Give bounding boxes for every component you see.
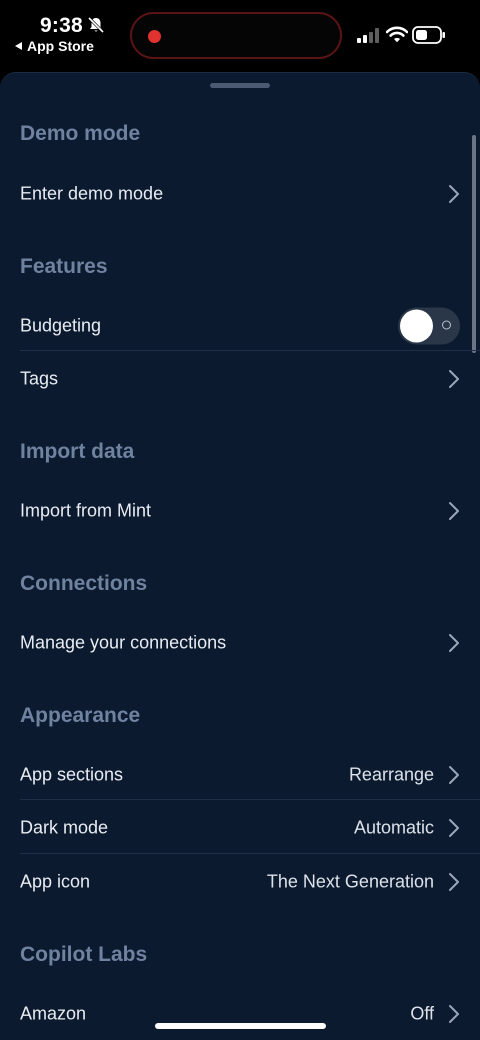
back-triangle-icon xyxy=(15,42,22,50)
row-enter-demo-mode[interactable]: Enter demo mode xyxy=(20,167,460,220)
row-label: Tags xyxy=(20,368,59,388)
scrollbar[interactable] xyxy=(472,135,476,353)
back-app-label: App Store xyxy=(27,38,94,54)
section-header-features: Features xyxy=(20,255,108,278)
sheet-grabber[interactable] xyxy=(210,83,270,88)
chevron-right-icon xyxy=(449,633,459,652)
section-header-demo-mode: Demo mode xyxy=(20,122,141,145)
bell-slash-icon xyxy=(87,16,105,34)
back-to-app-store-link[interactable]: App Store xyxy=(15,38,94,54)
row-label: App icon xyxy=(20,871,91,891)
row-value: Off xyxy=(410,1003,434,1023)
chevron-right-icon xyxy=(449,501,459,520)
row-app-icon[interactable]: App icon The Next Generation xyxy=(20,855,460,908)
chevron-right-icon xyxy=(449,765,459,784)
chevron-right-icon xyxy=(449,184,459,203)
row-import-from-mint[interactable]: Import from Mint xyxy=(20,484,460,537)
chevron-right-icon xyxy=(449,872,459,891)
toggle-off-icon xyxy=(442,320,451,329)
toggle-knob xyxy=(400,309,433,342)
section-header-import-data: Import data xyxy=(20,440,135,463)
row-app-sections[interactable]: App sections Rearrange xyxy=(20,748,460,801)
budgeting-toggle[interactable] xyxy=(398,307,460,344)
row-label: Dark mode xyxy=(20,817,109,837)
row-budgeting: Budgeting xyxy=(20,299,460,352)
row-label: Amazon xyxy=(20,1003,87,1023)
row-divider xyxy=(20,799,480,800)
row-dark-mode[interactable]: Dark mode Automatic xyxy=(20,801,460,854)
row-label: App sections xyxy=(20,764,124,784)
row-label: Enter demo mode xyxy=(20,183,164,203)
row-value: Rearrange xyxy=(348,764,434,784)
section-header-copilot-labs: Copilot Labs xyxy=(20,943,148,966)
section-header-connections: Connections xyxy=(20,572,148,595)
cellular-signal-icon xyxy=(357,28,379,43)
row-divider xyxy=(20,350,480,351)
home-indicator[interactable] xyxy=(155,1023,326,1029)
row-label: Budgeting xyxy=(20,315,102,335)
status-time: 9:38 xyxy=(40,14,83,37)
settings-screen: 9:38 App Store Demo mode Enter demo mode… xyxy=(0,0,480,1040)
row-manage-connections[interactable]: Manage your connections xyxy=(20,616,460,669)
wifi-icon xyxy=(386,26,408,43)
row-label: Manage your connections xyxy=(20,632,227,652)
chevron-right-icon xyxy=(449,818,459,837)
row-value: The Next Generation xyxy=(266,871,434,891)
settings-sheet: Demo mode Enter demo mode Features Budge… xyxy=(0,72,480,1040)
status-bar: 9:38 App Store xyxy=(0,0,480,70)
row-tags[interactable]: Tags xyxy=(20,352,460,405)
chevron-right-icon xyxy=(449,1004,459,1023)
row-divider xyxy=(20,853,480,854)
battery-icon xyxy=(412,26,445,44)
row-label: Import from Mint xyxy=(20,500,152,520)
row-value: Automatic xyxy=(353,817,434,837)
dynamic-island xyxy=(130,12,342,59)
chevron-right-icon xyxy=(449,369,459,388)
section-header-appearance: Appearance xyxy=(20,704,141,727)
row-amazon[interactable]: Amazon Off xyxy=(20,987,460,1040)
recording-indicator-icon xyxy=(148,30,161,43)
